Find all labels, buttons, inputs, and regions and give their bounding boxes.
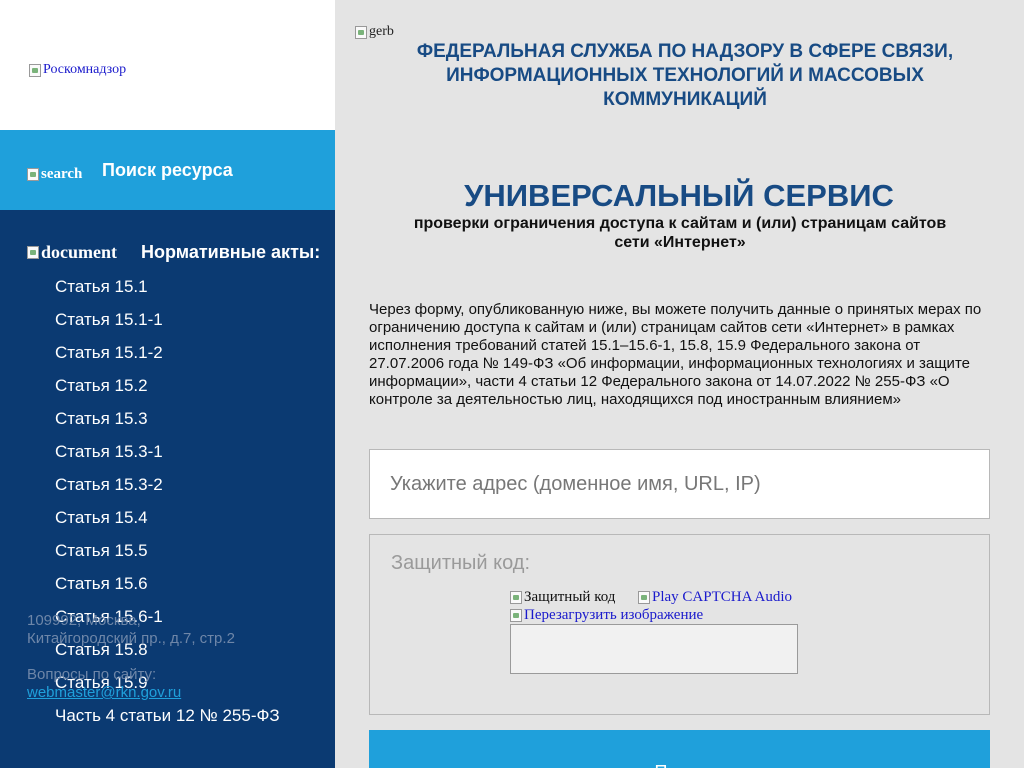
nav-item-article-15-3[interactable]: Статья 15.3 xyxy=(55,409,280,442)
broken-image-icon xyxy=(29,63,41,77)
nav-item-article-15-4[interactable]: Статья 15.4 xyxy=(55,508,280,541)
coat-of-arms-alt: gerb xyxy=(369,24,394,39)
document-icon: document xyxy=(27,242,117,263)
captcha-reload-text: Перезагрузить изображение xyxy=(524,607,704,623)
address-input[interactable] xyxy=(369,449,990,519)
search-icon-alt: search xyxy=(41,166,83,182)
captcha-reload-link[interactable]: Перезагрузить изображение xyxy=(510,607,703,624)
nav-item-article-15-1-1[interactable]: Статья 15.1-1 xyxy=(55,310,280,343)
footer-address-line1: 109992, Москва, xyxy=(27,612,141,629)
page-title: УНИВЕРСАЛЬНЫЙ СЕРВИС xyxy=(464,178,894,213)
footer-address-line2: Китайгородский пр., д.7, стр.2 xyxy=(27,630,235,647)
search-resource-link[interactable]: Поиск ресурса xyxy=(102,160,233,181)
captcha-image-alt: Защитный код xyxy=(524,589,616,605)
search-button[interactable]: Поиск xyxy=(369,730,990,768)
broken-image-icon xyxy=(27,168,39,181)
nav-item-article-15-5[interactable]: Статья 15.5 xyxy=(55,541,280,574)
logo-link[interactable]: Роскомнадзор xyxy=(29,62,126,78)
captcha-audio-text: Play CAPTCHA Audio xyxy=(652,589,793,605)
intro-text: Через форму, опубликованную ниже, вы мож… xyxy=(369,301,982,408)
footer-email-link[interactable]: webmaster@rkn.gov.ru xyxy=(27,684,181,702)
broken-image-icon xyxy=(27,246,39,259)
nav-item-article-15-1-2[interactable]: Статья 15.1-2 xyxy=(55,343,280,376)
captcha-label: Защитный код: xyxy=(391,552,531,574)
broken-image-icon xyxy=(510,591,522,604)
nav-item-article-15-6[interactable]: Статья 15.6 xyxy=(55,574,280,607)
broken-image-icon xyxy=(638,591,650,604)
captcha-image: Защитный код xyxy=(510,589,615,606)
nav-item-article-15-3-2[interactable]: Статья 15.3-2 xyxy=(55,475,280,508)
logo-alt-text: Роскомнадзор xyxy=(43,62,127,77)
broken-image-icon xyxy=(510,609,522,622)
agency-name: ФЕДЕРАЛЬНАЯ СЛУЖБА ПО НАДЗОРУ В СФЕРЕ СВ… xyxy=(416,41,954,110)
normative-acts-heading: Нормативные акты: xyxy=(141,242,321,262)
footer-questions-label: Вопросы по сайту: xyxy=(27,666,157,683)
nav-item-article-15-2[interactable]: Статья 15.2 xyxy=(55,376,280,409)
page-subtitle: проверки ограничения доступа к сайтам и … xyxy=(413,215,947,251)
search-icon[interactable]: search xyxy=(27,166,82,183)
document-icon-alt: document xyxy=(41,242,117,262)
captcha-audio-link[interactable]: Play CAPTCHA Audio xyxy=(638,589,792,606)
nav-item-article-15-1[interactable]: Статья 15.1 xyxy=(55,277,280,310)
nav-item-part-4-article-12[interactable]: Часть 4 статьи 12 № 255-ФЗ xyxy=(55,706,280,739)
nav-item-article-15-3-1[interactable]: Статья 15.3-1 xyxy=(55,442,280,475)
captcha-input[interactable] xyxy=(510,624,798,674)
coat-of-arms-image: gerb xyxy=(355,24,394,40)
broken-image-icon xyxy=(355,25,367,39)
